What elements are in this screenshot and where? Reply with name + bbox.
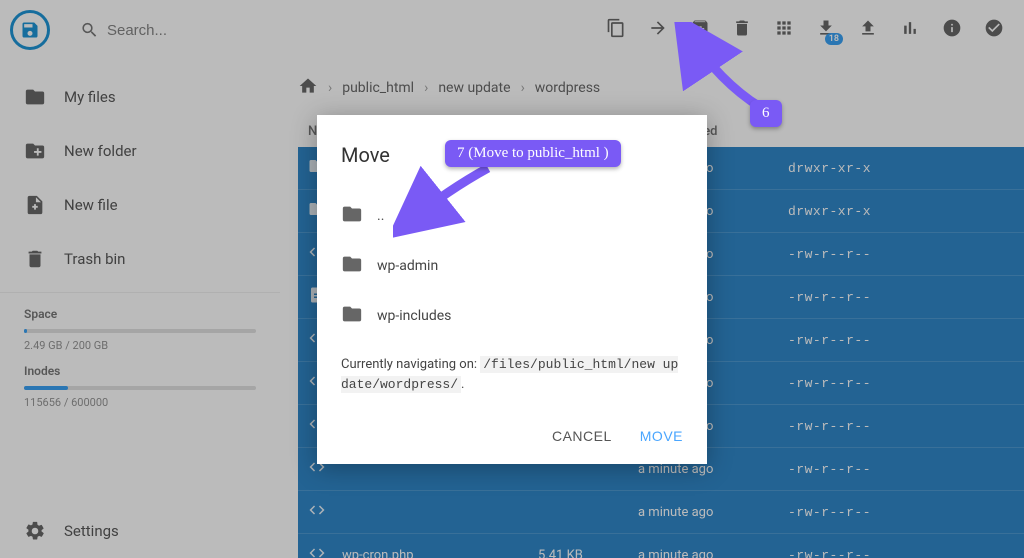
dialog-folder-label: wp-admin xyxy=(377,258,438,274)
dialog-folder-label: .. xyxy=(377,208,384,224)
path-label: Currently navigating on: xyxy=(341,357,480,372)
dialog-folder-item[interactable]: .. xyxy=(341,191,683,241)
folder-icon xyxy=(341,253,363,279)
dialog-folder-item[interactable]: wp-admin xyxy=(341,241,683,291)
dialog-folder-label: wp-includes xyxy=(377,308,451,324)
annotation-badge-6: 6 xyxy=(750,100,782,127)
dialog-folder-item[interactable]: wp-includes xyxy=(341,291,683,341)
folder-icon xyxy=(341,203,363,229)
modal-overlay[interactable]: Move ..wp-adminwp-includes Currently nav… xyxy=(0,0,1024,558)
move-dialog: Move ..wp-adminwp-includes Currently nav… xyxy=(317,115,707,464)
move-confirm-button[interactable]: MOVE xyxy=(640,428,683,444)
cancel-button[interactable]: CANCEL xyxy=(552,428,612,444)
dialog-path-line: Currently navigating on: /files/public_h… xyxy=(341,355,683,394)
folder-icon xyxy=(341,303,363,329)
annotation-badge-7: 7 (Move to public_html ) xyxy=(445,140,621,167)
